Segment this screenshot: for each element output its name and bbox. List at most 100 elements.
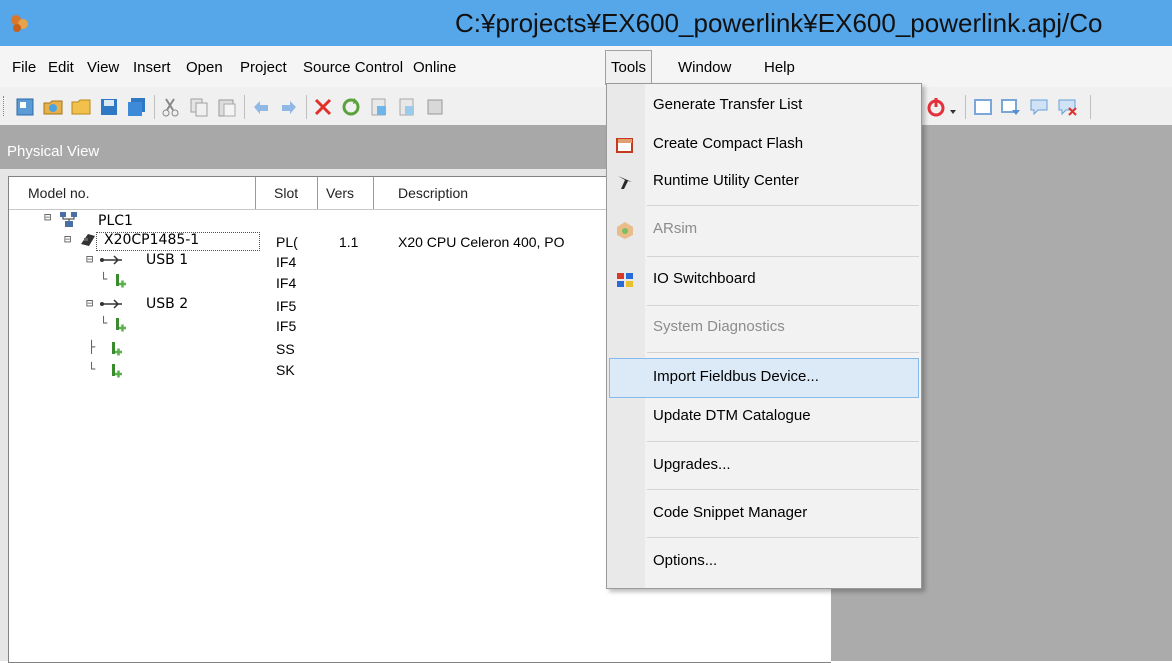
toolbar — [0, 87, 1172, 125]
menu-window[interactable]: Window — [678, 57, 731, 79]
collapse-icon[interactable]: ⊟ — [64, 232, 71, 246]
compact-flash-icon — [616, 138, 633, 153]
tree-node-cpu[interactable]: X20CP1485-1 — [104, 232, 199, 248]
collapse-icon[interactable]: ⊟ — [44, 210, 51, 224]
save-all-icon[interactable] — [126, 96, 148, 118]
title-bar: C:¥projects¥EX600_powerlink¥EX600_powerl… — [0, 0, 1172, 46]
menu-item-system-diagnostics[interactable]: System Diagnostics — [607, 308, 921, 348]
io-switchboard-icon — [617, 273, 633, 287]
menu-item-code-snippet-manager[interactable]: Code Snippet Manager — [607, 494, 921, 534]
cut-icon[interactable] — [160, 96, 182, 118]
tree-node-usb1[interactable]: USB 1 — [146, 252, 188, 268]
refresh-icon[interactable] — [340, 96, 362, 118]
arsim-icon — [617, 222, 633, 239]
menu-separator — [647, 441, 919, 442]
tree-connector: └ — [100, 316, 108, 330]
window-title: C:¥projects¥EX600_powerlink¥EX600_powerl… — [455, 8, 1103, 38]
comment-delete-icon[interactable] — [1056, 96, 1078, 118]
cell-slot: PL( — [276, 234, 298, 250]
menu-project[interactable]: Project — [240, 57, 287, 79]
cell-slot: SK — [276, 362, 295, 378]
toolbar-separator — [306, 95, 307, 119]
cell-slot: SS — [276, 341, 295, 357]
cell-vers: 1.1 — [339, 234, 359, 250]
empty-slot-icon[interactable] — [114, 272, 130, 290]
tree-node-plc1[interactable]: PLC1 — [98, 213, 133, 229]
save-icon[interactable] — [98, 96, 120, 118]
menu-online[interactable]: Online — [413, 57, 456, 79]
toolbar-separator — [965, 95, 966, 119]
tree-connector: └ — [100, 272, 108, 286]
cell-slot: IF5 — [276, 298, 297, 314]
header-divider — [9, 209, 609, 210]
menu-view[interactable]: View — [87, 57, 119, 79]
undo-icon[interactable] — [250, 96, 272, 118]
doc2-icon[interactable] — [396, 96, 418, 118]
empty-slot-icon[interactable] — [114, 316, 130, 334]
column-header-description[interactable]: Description — [390, 177, 610, 209]
empty-slot-icon[interactable] — [110, 340, 126, 358]
tree-connector: ├ — [88, 340, 96, 354]
properties-icon[interactable] — [424, 96, 446, 118]
dropdown-arrow-icon[interactable] — [948, 96, 958, 118]
menu-item-runtime-utility-center[interactable]: Runtime Utility Center — [607, 162, 921, 202]
doc-icon[interactable] — [368, 96, 390, 118]
copy-icon[interactable] — [188, 96, 210, 118]
open-icon[interactable] — [42, 96, 64, 118]
menu-separator — [647, 489, 919, 490]
menu-open[interactable]: Open — [186, 57, 223, 79]
menu-tools[interactable]: Tools — [605, 50, 653, 85]
cell-slot: IF4 — [276, 254, 297, 270]
menu-item-options[interactable]: Options... — [607, 542, 921, 582]
menu-item-generate-transfer-list[interactable]: Generate Transfer List — [607, 86, 921, 126]
toolbar-separator — [154, 95, 155, 119]
comment-icon[interactable] — [1028, 96, 1050, 118]
collapse-icon[interactable]: ⊟ — [86, 252, 93, 266]
menu-separator — [647, 256, 919, 257]
window-icon[interactable] — [972, 96, 994, 118]
cell-slot: IF5 — [276, 318, 297, 334]
tree-connector: └ — [88, 362, 96, 376]
menu-help[interactable]: Help — [764, 57, 795, 79]
delete-icon[interactable] — [312, 96, 334, 118]
menu-item-import-fieldbus-device[interactable]: Import Fieldbus Device... — [609, 358, 919, 398]
tree-node-usb2[interactable]: USB 2 — [146, 296, 188, 312]
cell-description: X20 CPU Celeron 400, PO — [398, 234, 565, 250]
menu-separator — [647, 537, 919, 538]
collapse-icon[interactable]: ⊟ — [86, 296, 93, 310]
menu-item-create-compact-flash[interactable]: Create Compact Flash — [607, 125, 921, 165]
window-arrow-icon[interactable] — [1000, 96, 1022, 118]
menu-file[interactable]: File — [12, 57, 36, 79]
menu-insert[interactable]: Insert — [133, 57, 171, 79]
power-icon[interactable] — [925, 96, 947, 118]
column-header-slot[interactable]: Slot — [266, 177, 318, 209]
column-header-model[interactable]: Model no. — [20, 177, 256, 209]
cell-slot: IF4 — [276, 275, 297, 291]
menu-separator — [647, 352, 919, 353]
toolbar-grip[interactable] — [3, 96, 7, 116]
toolbar-separator — [244, 95, 245, 119]
menu-edit[interactable]: Edit — [48, 57, 74, 79]
new-icon[interactable] — [14, 96, 36, 118]
menu-item-arsim[interactable]: ARsim — [607, 210, 921, 250]
automation-studio-icon[interactable] — [8, 12, 30, 34]
column-header-vers[interactable]: Vers — [318, 177, 374, 209]
tools-menu: Generate Transfer List Create Compact Fl… — [606, 83, 922, 589]
menu-source-control[interactable]: Source Control — [303, 57, 403, 79]
paste-icon[interactable] — [216, 96, 238, 118]
plc-network-icon — [60, 212, 77, 227]
open-folder-icon[interactable] — [70, 96, 92, 118]
empty-slot-icon[interactable] — [110, 362, 126, 380]
menu-item-update-dtm-catalogue[interactable]: Update DTM Catalogue — [607, 397, 921, 437]
menu-item-upgrades[interactable]: Upgrades... — [607, 446, 921, 486]
cpu-icon — [81, 234, 95, 246]
panel-title: Physical View — [7, 143, 100, 160]
menu-bar: File Edit View Insert Open Project Sourc… — [0, 46, 1172, 87]
usb-icon — [100, 299, 122, 309]
usb-icon — [100, 255, 122, 265]
menu-item-io-switchboard[interactable]: IO Switchboard — [607, 260, 921, 300]
toolbar-separator — [1090, 95, 1091, 119]
menu-separator — [647, 205, 919, 206]
menu-separator — [647, 305, 919, 306]
redo-icon[interactable] — [278, 96, 300, 118]
